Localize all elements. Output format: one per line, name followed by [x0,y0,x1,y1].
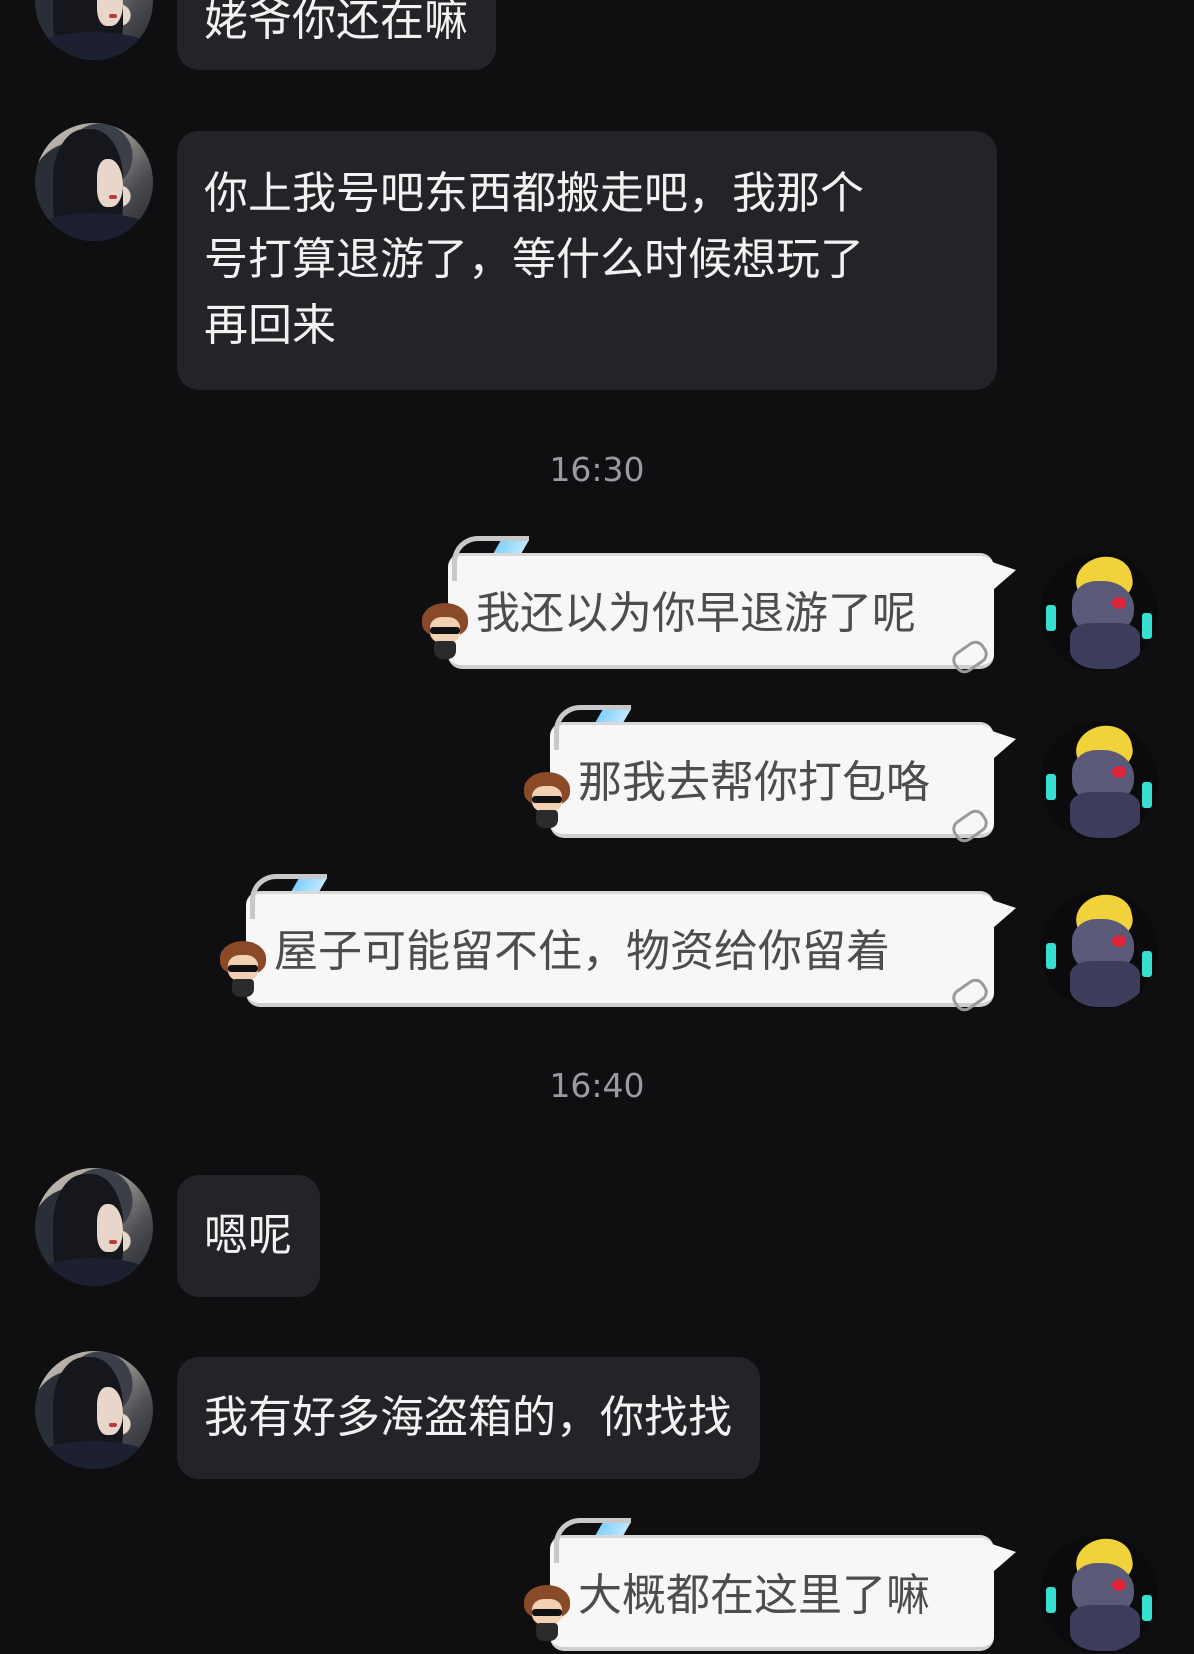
outgoing-message-bubble[interactable]: 大概都在这里了嘛 [524,1518,1016,1651]
timestamp: 16:40 [549,1066,645,1105]
message-text: 我还以为你早退游了呢 [476,588,916,639]
bubble-clip-decoration [554,1518,631,1563]
contact-avatar[interactable] [35,1351,153,1469]
outgoing-message-bubble[interactable]: 那我去帮你打包咯 [524,705,1016,847]
contact-avatar[interactable] [35,123,153,241]
timestamp: 16:30 [549,450,645,489]
incoming-message-bubble[interactable]: 你上我号吧东西都搬走吧，我那个 号打算退游了，等什么时候想玩了 再回来 [177,131,997,390]
bubble-chibi-icon [524,772,570,828]
my-avatar[interactable] [1040,1535,1158,1653]
bubble-chibi-icon [422,603,468,659]
message-text-line: 号打算退游了，等什么时候想玩了 [204,234,864,285]
message-text: 屋子可能留不住，物资给你留着 [274,926,890,977]
outgoing-message-bubble[interactable]: 我还以为你早退游了呢 [422,536,1016,678]
bubble-clip-decoration [250,874,327,919]
message-text: 大概都在这里了嘛 [578,1570,930,1621]
incoming-message-bubble[interactable]: 姥爷你还在嘛 [177,0,496,70]
message-text: 我有好多海盗箱的，你找找 [204,1392,732,1443]
contact-avatar[interactable] [35,1168,153,1286]
bubble-chain-decoration [948,974,992,1016]
bubble-chain-decoration [948,636,992,678]
message-text: 那我去帮你打包咯 [578,757,930,808]
message-text: 嗯呢 [204,1210,292,1261]
my-avatar[interactable] [1040,722,1158,840]
bubble-chibi-icon [220,941,266,997]
message-text-line: 你上我号吧东西都搬走吧，我那个 [204,168,864,219]
message-text: 姥爷你还在嘛 [204,0,468,46]
my-avatar[interactable] [1040,553,1158,671]
my-avatar[interactable] [1040,891,1158,1009]
bubble-chibi-icon [524,1585,570,1641]
contact-avatar[interactable] [35,0,153,60]
incoming-message-bubble[interactable]: 嗯呢 [177,1175,320,1297]
incoming-message-bubble[interactable]: 我有好多海盗箱的，你找找 [177,1357,760,1479]
message-text-line: 再回来 [204,300,336,351]
bubble-clip-decoration [452,536,529,581]
outgoing-message-bubble[interactable]: 屋子可能留不住，物资给你留着 [220,874,1016,1016]
bubble-clip-decoration [554,705,631,750]
bubble-chain-decoration [948,805,992,847]
